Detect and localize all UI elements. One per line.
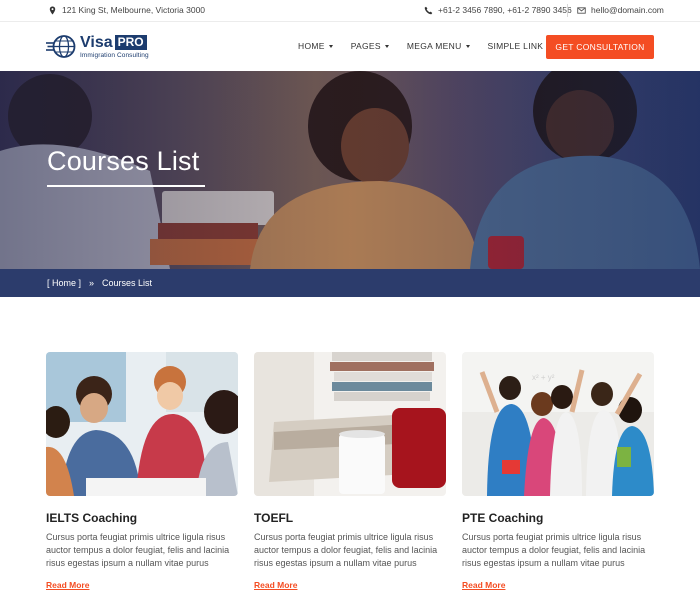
- course-image[interactable]: [254, 352, 446, 496]
- map-pin-icon: [49, 5, 56, 15]
- top-info-bar: 121 King St, Melbourne, Victoria 3000 +6…: [0, 0, 700, 22]
- globe-logo-icon: [46, 35, 76, 58]
- read-more-link[interactable]: Read More: [254, 580, 297, 590]
- course-image[interactable]: x² + y²: [462, 352, 654, 496]
- course-card-pte: x² + y² PTE Coaching Cursus porta feugia…: [462, 352, 654, 593]
- page-hero: Courses List: [0, 71, 700, 269]
- nav-item-label: PAGES: [350, 41, 381, 51]
- phone-text[interactable]: +61-2 3456 7890, +61-2 7890 3456: [438, 5, 572, 15]
- svg-text:x² + y²: x² + y²: [532, 373, 555, 382]
- logo-word: Visa: [80, 33, 113, 51]
- site-header: Visa PRO Immigration Consulting HOME PAG…: [0, 22, 700, 71]
- logo-text: Visa PRO Immigration Consulting: [80, 33, 149, 59]
- breadcrumb-home-link[interactable]: [ Home ]: [47, 278, 81, 288]
- logo-badge: PRO: [114, 35, 147, 50]
- email-info: hello@domain.com: [577, 5, 664, 15]
- caret-down-icon: [328, 44, 333, 48]
- logo-subtitle: Immigration Consulting: [80, 51, 149, 59]
- address-text: 121 King St, Melbourne, Victoria 3000: [62, 5, 206, 15]
- title-underline: [47, 185, 205, 187]
- topbar-divider: [567, 4, 568, 17]
- caret-down-icon: [384, 44, 389, 48]
- nav-item-label: MEGA MENU: [406, 41, 462, 51]
- phone-info: +61-2 3456 7890, +61-2 7890 3456: [424, 5, 572, 15]
- page-title: Courses List: [47, 146, 200, 176]
- course-description: Cursus porta feugiat primis ultrice ligu…: [462, 532, 646, 568]
- course-title[interactable]: IELTS Coaching: [46, 511, 238, 525]
- course-card-toefl: TOEFL Cursus porta feugiat primis ultric…: [254, 352, 446, 593]
- phone-icon: [424, 6, 433, 14]
- breadcrumb-bar: [ Home ] » Courses List: [0, 269, 700, 297]
- read-more-link[interactable]: Read More: [462, 580, 505, 590]
- address-info: 121 King St, Melbourne, Victoria 3000: [48, 5, 205, 15]
- course-title[interactable]: TOEFL: [254, 511, 446, 525]
- course-description: Cursus porta feugiat primis ultrice ligu…: [46, 532, 230, 568]
- breadcrumb-current: Courses List: [102, 278, 153, 288]
- site-logo[interactable]: Visa PRO Immigration Consulting: [46, 34, 149, 59]
- breadcrumb: [ Home ] » Courses List: [47, 278, 152, 288]
- course-title[interactable]: PTE Coaching: [462, 511, 654, 525]
- read-more-link[interactable]: Read More: [46, 580, 89, 590]
- nav-item-mega-menu[interactable]: MEGA MENU: [407, 41, 470, 51]
- nav-item-label: SIMPLE LINK: [487, 41, 544, 51]
- course-card-ielts: IELTS Coaching Cursus porta feugiat prim…: [46, 352, 238, 593]
- nav-item-simple-link[interactable]: SIMPLE LINK: [488, 41, 544, 51]
- caret-down-icon: [465, 44, 470, 48]
- get-consultation-button[interactable]: GET CONSULTATION: [546, 35, 654, 59]
- nav-item-home[interactable]: HOME: [298, 41, 333, 51]
- main-nav: HOME PAGES MEGA MENU SIMPLE LINK: [298, 41, 561, 51]
- nav-item-pages[interactable]: PAGES: [351, 41, 389, 51]
- course-description: Cursus porta feugiat primis ultrice ligu…: [254, 532, 438, 568]
- nav-item-label: HOME: [298, 41, 325, 51]
- email-text[interactable]: hello@domain.com: [591, 5, 664, 15]
- breadcrumb-separator: »: [89, 278, 95, 288]
- course-image[interactable]: [46, 352, 238, 496]
- envelope-icon: [577, 6, 586, 14]
